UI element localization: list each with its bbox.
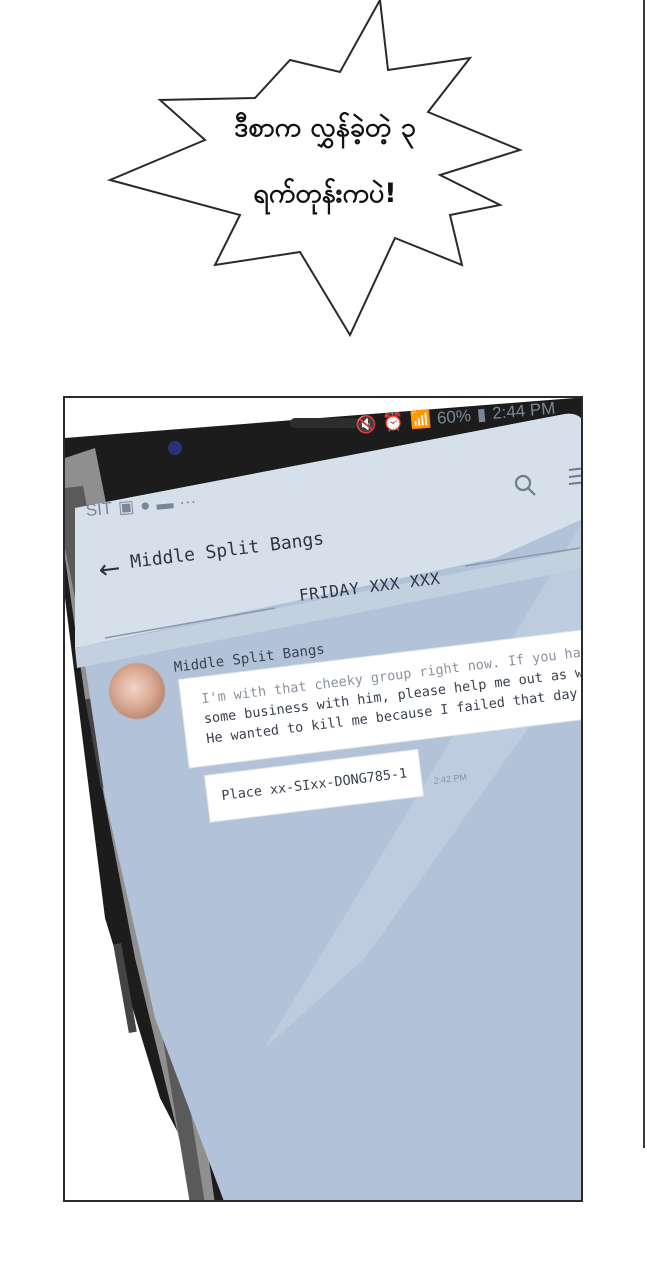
wifi-icon: 📶 — [409, 409, 432, 431]
message-bubble[interactable]: I'm with that cheeky group right now. If… — [179, 628, 581, 768]
chat-title: Middle Split Bangs — [129, 528, 326, 573]
left-arrow-icon[interactable]: ← — [97, 553, 122, 585]
search-icon[interactable] — [513, 473, 537, 497]
status-bar: 🔇 ⏰ 📶 60% ▮ 2:44 PM — [355, 398, 581, 456]
speech-bubble — [106, 0, 523, 338]
image-icon: ▣ — [117, 496, 135, 518]
place-text: Place xx-SIxx-DONG785-1 — [220, 765, 409, 805]
battery-icon: ▮ — [476, 404, 488, 425]
phone-screen: 🔇 ⏰ 📶 60% ▮ 2:44 PM SIT ▣ ● ▬ ··· ← Middle Split … — [65, 398, 583, 1200]
avatar[interactable] — [109, 663, 165, 719]
date-divider: FRIDAY XXX XXX — [298, 568, 442, 605]
status-time: 2:44 PM — [491, 398, 557, 423]
more-icon: ··· — [178, 491, 198, 512]
comic-panel: 🔇 ⏰ 📶 60% ▮ 2:44 PM SIT ▣ ● ▬ ··· ← Middle Split … — [63, 396, 583, 1202]
circle-icon: ● — [139, 495, 152, 516]
alarm-icon: ⏰ — [382, 411, 405, 433]
mute-icon: 🔇 — [355, 414, 378, 435]
speech-bubble-line-1: ဒီစာက လွှန်ခဲ့တဲ့ ၃ — [234, 112, 416, 143]
notification-bar: SIT ▣ ● ▬ ··· — [85, 491, 203, 521]
message-time: 2:42 PM — [433, 771, 468, 786]
battery-level: 60% — [436, 405, 472, 428]
chat-icon: ▬ — [155, 493, 175, 514]
notification-text: SIT — [85, 498, 114, 520]
menu-icon[interactable] — [565, 464, 583, 488]
speech-bubble-line-2: ရက်တုန်းကပဲ! — [253, 178, 397, 209]
